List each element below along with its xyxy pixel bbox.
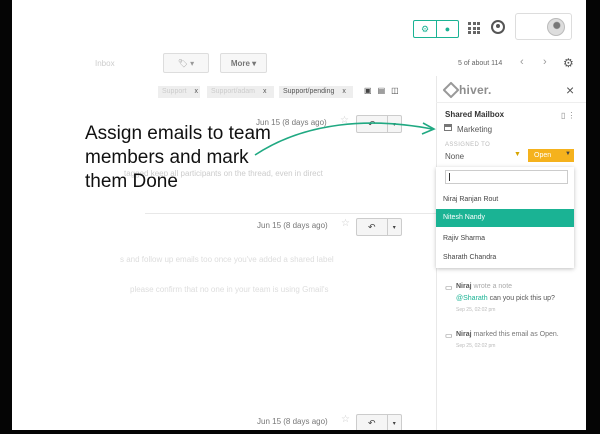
label-chip-text: Support/pending [283, 88, 335, 95]
reply-icon[interactable]: ↶ [357, 219, 387, 235]
label-chip-text: Support/adam [211, 88, 255, 95]
label-chip-support-pending[interactable]: Support/pending x [279, 86, 353, 98]
more-button[interactable]: More ▾ [220, 53, 267, 73]
close-icon[interactable]: x [342, 88, 346, 95]
app-frame: ⚙ ● Inbox 🏷 ▾ More ▾ 5 of about 114 ‹ › … [0, 0, 600, 434]
tag-icon: 🏷 ▾ [177, 58, 195, 68]
inbox-icon [444, 124, 452, 131]
reply-icon[interactable]: ↶ [357, 415, 387, 431]
assigned-to-label: ASSIGNED TO [445, 142, 491, 148]
assignee-option[interactable]: Niraj Ranjan Rout [436, 191, 574, 209]
close-icon[interactable]: × [566, 82, 574, 98]
new-window-icon[interactable]: ◫ [391, 86, 399, 95]
activity-action: wrote a note [473, 283, 513, 290]
note-icon: ▭ [445, 283, 453, 292]
archive-icon[interactable]: ▣ [364, 86, 372, 95]
hiver-toggle-buttons[interactable]: ⚙ ● [413, 20, 459, 38]
assignee-option-selected[interactable]: Nitesh Nandy [436, 209, 574, 227]
hiver-logo: hiver. [442, 81, 492, 99]
status-button[interactable]: Open ▼ [528, 149, 574, 162]
activity-status-text: marked this email as Open. [473, 331, 559, 338]
gear-icon[interactable]: ⚙ [414, 21, 436, 37]
pagination-text: 5 of about 114 [458, 60, 503, 67]
shared-mailbox-title: Shared Mailbox [445, 110, 505, 119]
label-chip-support[interactable]: Support x [158, 86, 200, 98]
activity-time: Sep 25, 02:02 pm [456, 343, 496, 349]
print-icon[interactable]: ▤ [378, 86, 386, 95]
bottom-border [0, 430, 600, 434]
thread-action-icons: ▣ ▤ ◫ [364, 86, 406, 95]
label-chip-text: Support [162, 88, 187, 95]
account-icon[interactable] [491, 20, 505, 34]
star-icon[interactable]: ☆ [341, 414, 350, 425]
email-date: Jun 15 (8 days ago) [257, 221, 328, 230]
assignee-option[interactable]: Rajiv Sharma [436, 230, 574, 248]
activity-author: Niraj [456, 283, 472, 290]
label-button[interactable]: 🏷 ▾ [163, 53, 209, 73]
settings-gear-icon[interactable]: ⚙ [563, 56, 574, 70]
activity-note-header: Niraj wrote a note [456, 283, 512, 290]
close-icon[interactable]: x [195, 88, 199, 95]
chevron-down-icon[interactable]: ▼ [514, 151, 521, 158]
star-icon[interactable]: ☆ [341, 218, 350, 229]
assignee-option[interactable]: Sharath Chandra [436, 249, 574, 267]
avatar[interactable] [547, 18, 565, 36]
chevron-down-icon[interactable]: ▾ [386, 219, 401, 235]
email-body-snippet: s and follow up emails too once you've a… [120, 255, 334, 264]
reply-split-button[interactable]: ↶ ▾ [356, 218, 402, 236]
email-body-snippet: please confirm that no one in your team … [130, 285, 329, 294]
chevron-right-icon[interactable]: › [543, 56, 553, 68]
panel-divider [436, 102, 586, 103]
callout-arrow-icon [254, 122, 436, 156]
hiver-brand: hiver. [459, 83, 492, 97]
mention-link[interactable]: @Sharath [456, 295, 488, 302]
activity-status-change: Niraj marked this email as Open. [456, 331, 559, 338]
email-date: Jun 15 (8 days ago) [257, 417, 328, 426]
chevron-down-icon[interactable]: ▾ [386, 415, 401, 431]
label-chip-support-adam[interactable]: Support/adam x [207, 86, 274, 98]
status-label: Open [534, 152, 552, 159]
chevron-down-icon: ▼ [565, 151, 571, 157]
activity-time: Sep 25, 02:02 pm [456, 307, 496, 313]
bell-icon[interactable]: ● [436, 21, 458, 37]
email-icon: ▭ [445, 331, 453, 340]
activity-author: Niraj [456, 331, 472, 338]
hiver-logo-icon [442, 81, 460, 99]
message-divider [145, 213, 436, 214]
faded-folder-label: Inbox [95, 59, 115, 68]
apps-grid-icon[interactable] [468, 22, 480, 34]
note-text: can you pick this up? [489, 295, 555, 302]
assignee-search-input[interactable] [445, 170, 568, 184]
close-icon[interactable]: x [263, 88, 267, 95]
profile-box[interactable] [515, 13, 572, 40]
chevron-left-icon[interactable]: ‹ [520, 56, 530, 68]
mailbox-action-icons[interactable]: ▯⋮ [561, 111, 577, 120]
activity-note-body: @Sharath can you pick this up? [456, 295, 555, 302]
mailbox-name: Marketing [457, 125, 493, 134]
assignee-select[interactable]: None [445, 152, 464, 161]
